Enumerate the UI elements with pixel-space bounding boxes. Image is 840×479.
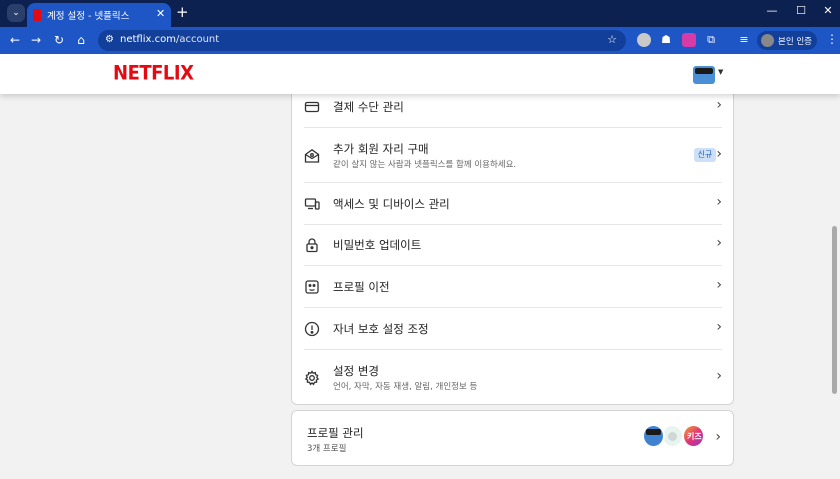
menu-item-subtitle: 같이 살지 않는 사람과 넷플릭스를 함께 이용하세요. [333,160,517,170]
profile-management-card[interactable]: 프로필 관리 3개 프로필 키즈 › [291,410,734,466]
chevron-right-icon: › [716,235,722,251]
page-content: NETFLIX ▼ 결제 수단 관리 › 추가 회원 자리 구매 같이 살지 않… [0,54,840,479]
netflix-logo[interactable]: NETFLIX [113,62,194,85]
menu-item-extra-member[interactable]: 추가 회원 자리 구매 같이 살지 않는 사람과 넷플릭스를 함께 이용하세요.… [304,128,722,183]
browser-menu-icon[interactable]: ⋮ [826,32,838,46]
menu-item-parental-controls[interactable]: 자녀 보호 설정 조정 › [304,308,722,350]
site-header: NETFLIX ▼ [0,54,840,94]
profile-management-title: 프로필 관리 [307,426,364,440]
profile-avatar [642,424,665,448]
site-info-icon[interactable]: ⚙ [105,34,114,45]
chevron-right-icon: › [716,97,722,113]
new-badge: 신규 [694,148,716,162]
chevron-right-icon: › [716,277,722,293]
menu-item-label: 결제 수단 관리 [333,100,404,114]
kids-label: 키즈 [687,432,702,441]
envelope-person-icon [304,148,320,164]
browser-profile-label: 본인 인증 [778,37,812,47]
menu-item-label: 추가 회원 자리 구매 [333,142,429,156]
extension-pink-icon[interactable] [682,33,696,47]
menu-item-subtitle: 언어, 자막, 자동 재생, 알림, 개인정보 등 [333,382,478,392]
chevron-right-icon: › [716,319,722,335]
account-avatar[interactable] [693,66,715,84]
browser-profile-avatar [761,34,774,47]
back-arrow-icon[interactable]: ← [6,31,24,49]
tab-title: 계정 설정 - 넷플릭스 [47,11,130,22]
bookmark-star-icon[interactable]: ☆ [607,33,617,46]
browser-profile-button[interactable]: 본인 인증 [757,31,817,50]
devices-icon [304,196,320,212]
menu-item-label: 프로필 이전 [333,280,390,294]
browser-tab-bar: ⌄ 계정 설정 - 넷플릭스 ✕ + — ☐ ✕ [0,0,840,27]
menu-item-label: 액세스 및 디바이스 관리 [333,197,450,211]
profile-transfer-icon [304,279,320,295]
netflix-favicon-icon [33,9,41,21]
menu-item-password[interactable]: 비밀번호 업데이트 › [304,225,722,266]
menu-item-label: 설정 변경 [333,364,379,378]
account-settings-card: 결제 수단 관리 › 추가 회원 자리 구매 같이 살지 않는 사람과 넷플릭스… [291,74,734,405]
extensions-puzzle-icon[interactable]: ⧉ [704,33,718,47]
tab-search-button[interactable]: ⌄ [7,4,25,22]
home-icon[interactable]: ⌂ [72,31,90,49]
menu-item-access-devices[interactable]: 액세스 및 디바이스 관리 › [304,183,722,225]
chevron-right-icon: › [716,146,722,162]
incognito-extension-icon[interactable]: ☗ [659,33,673,47]
gear-icon [304,370,320,386]
forward-arrow-icon[interactable]: → [27,31,45,49]
reading-list-icon[interactable]: ≡ [737,33,751,47]
menu-item-label: 자녀 보호 설정 조정 [333,322,429,336]
caret-down-icon[interactable]: ▼ [718,68,723,76]
chevron-right-icon: › [716,368,722,384]
menu-item-profile-transfer[interactable]: 프로필 이전 › [304,266,722,308]
window-close-button[interactable]: ✕ [818,4,838,17]
credit-card-icon [304,99,320,115]
new-tab-button[interactable]: + [176,3,189,21]
alert-circle-icon [304,321,320,337]
profile-count: 3개 프로필 [307,444,347,454]
tab-close-icon[interactable]: ✕ [156,7,165,20]
extension-circle-icon[interactable] [637,33,651,47]
chevron-right-icon: › [715,429,721,445]
browser-toolbar: ← → ↻ ⌂ ⚙ netflix.com/account ☆ ☗ ⧉ ≡ 본인… [0,27,840,54]
menu-item-label: 비밀번호 업데이트 [333,238,422,252]
reload-icon[interactable]: ↻ [50,31,68,49]
kids-profile-avatar: 키즈 [682,424,705,448]
menu-item-settings[interactable]: 설정 변경 언어, 자막, 자동 재생, 알림, 개인정보 등 › [304,350,722,405]
url-text: netflix.com/account [120,34,220,45]
scrollbar-thumb[interactable] [832,226,837,394]
minimize-button[interactable]: — [762,4,782,17]
lock-icon [304,237,320,253]
address-bar[interactable]: ⚙ netflix.com/account ☆ [98,30,626,51]
maximize-button[interactable]: ☐ [791,4,811,17]
chevron-right-icon: › [716,194,722,210]
browser-tab-active[interactable]: 계정 설정 - 넷플릭스 ✕ [27,3,171,27]
